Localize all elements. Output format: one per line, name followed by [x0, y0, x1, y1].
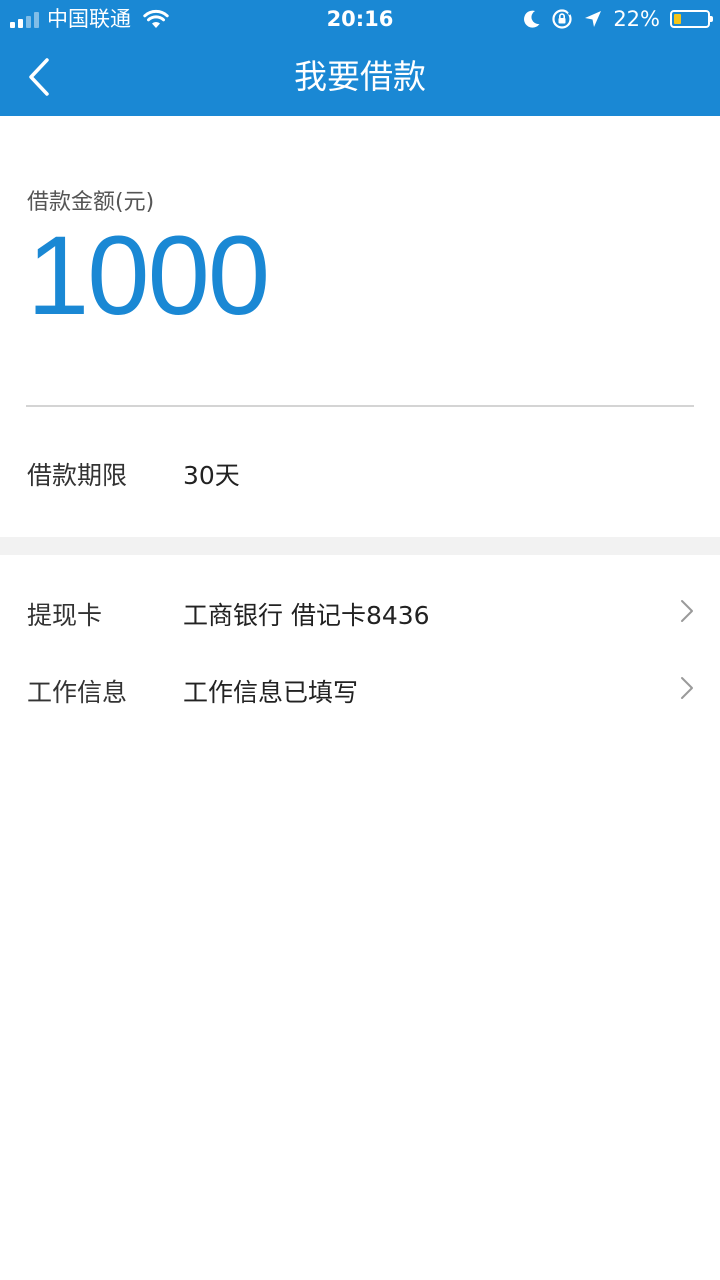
- loan-term-row: 借款期限 30天: [0, 436, 720, 508]
- amount-label: 借款金额(元): [27, 190, 155, 215]
- chevron-right-icon: [680, 676, 694, 700]
- divider: [26, 405, 694, 407]
- withdraw-card-value: 工商银行 借记卡8436: [183, 601, 430, 630]
- battery-fill: [674, 14, 682, 24]
- nav-bar: 我要借款: [0, 38, 720, 116]
- app-header: 中国联通 20:16 22% 我要借款: [0, 0, 720, 116]
- status-right: 22%: [523, 6, 713, 32]
- status-bar: 中国联通 20:16 22%: [0, 0, 720, 38]
- moon-icon: [523, 9, 541, 29]
- battery-percent: 22%: [613, 7, 660, 31]
- page-title: 我要借款: [294, 57, 426, 96]
- location-arrow-icon: [583, 9, 603, 29]
- info-list: 提现卡 工商银行 借记卡8436 工作信息 工作信息已填写: [0, 555, 720, 1280]
- section-separator: [0, 537, 720, 555]
- work-info-label: 工作信息: [27, 678, 128, 707]
- amount-section: 借款金额(元) 1000 借款期限 30天: [0, 116, 720, 537]
- list-item-withdraw-card[interactable]: 提现卡 工商银行 借记卡8436: [0, 576, 720, 646]
- withdraw-card-label: 提现卡: [27, 601, 103, 630]
- rotation-lock-icon: [551, 8, 573, 30]
- loan-term-value: 30天: [183, 461, 240, 490]
- battery-icon: [670, 10, 713, 28]
- chevron-right-icon: [680, 599, 694, 623]
- work-info-value: 工作信息已填写: [183, 678, 359, 707]
- list-item-work-info[interactable]: 工作信息 工作信息已填写: [0, 653, 720, 723]
- loan-term-label: 借款期限: [27, 461, 128, 490]
- amount-value[interactable]: 1000: [27, 216, 270, 336]
